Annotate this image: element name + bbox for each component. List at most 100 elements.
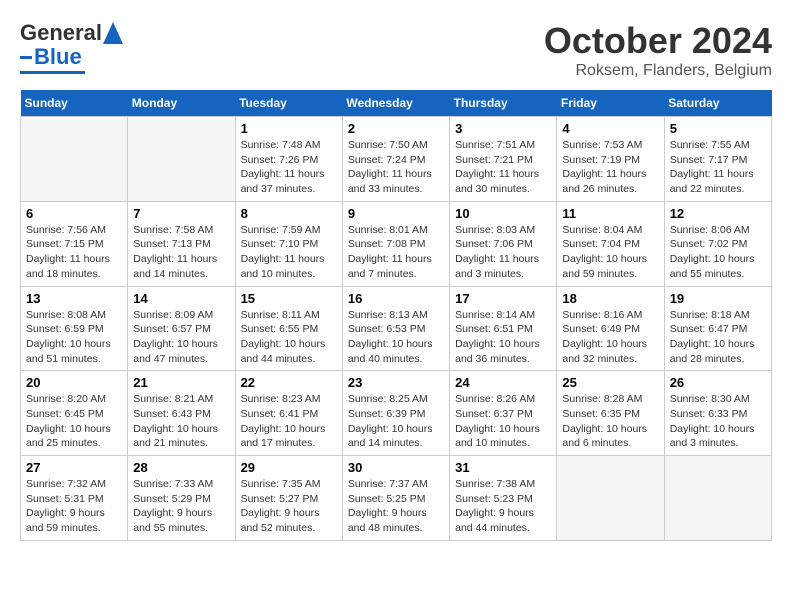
header-day-friday: Friday (557, 90, 664, 117)
calendar-cell: 1Sunrise: 7:48 AM Sunset: 7:26 PM Daylig… (235, 117, 342, 202)
calendar-cell: 11Sunrise: 8:04 AM Sunset: 7:04 PM Dayli… (557, 201, 664, 286)
calendar-cell: 27 Sunrise: 7:32 AM Sunset: 5:31 PM Dayli… (21, 456, 128, 541)
calendar-cell: 15 Sunrise: 8:11 AM Sunset: 6:55 PM Dayli… (235, 286, 342, 371)
calendar-cell: 18 Sunrise: 8:16 AM Sunset: 6:49 PM Dayli… (557, 286, 664, 371)
day-info: Sunrise: 7:38 AM Sunset: 5:23 PM Dayligh… (455, 477, 551, 536)
day-number: 6 (26, 206, 122, 221)
day-number: 3 (455, 121, 551, 136)
day-number: 18 (562, 291, 658, 306)
calendar-cell: 16 Sunrise: 8:13 AM Sunset: 6:53 PM Dayli… (342, 286, 449, 371)
calendar-cell: 10 Sunrise: 8:03 AM Sunset: 7:06 PM Dayli… (450, 201, 557, 286)
title-section: October 2024 Roksem, Flanders, Belgium (544, 20, 772, 80)
day-info: Sunrise: 8:14 AM Sunset: 6:51 PM Dayligh… (455, 308, 551, 367)
calendar-cell: 23 Sunrise: 8:25 AM Sunset: 6:39 PM Dayli… (342, 371, 449, 456)
day-number: 16 (348, 291, 444, 306)
day-number: 31 (455, 460, 551, 475)
day-number: 23 (348, 375, 444, 390)
day-number: 25 (562, 375, 658, 390)
day-info: Sunrise: 8:18 AM Sunset: 6:47 PM Dayligh… (670, 308, 766, 367)
calendar-cell: 30Sunrise: 7:37 AM Sunset: 5:25 PM Dayli… (342, 456, 449, 541)
day-info: Sunrise: 7:35 AM Sunset: 5:27 PM Dayligh… (241, 477, 337, 536)
calendar-cell (557, 456, 664, 541)
day-number: 26 (670, 375, 766, 390)
calendar-cell: 26 Sunrise: 8:30 AM Sunset: 6:33 PM Dayli… (664, 371, 771, 456)
calendar-cell: 8Sunrise: 7:59 AM Sunset: 7:10 PM Daylig… (235, 201, 342, 286)
day-info: Sunrise: 8:25 AM Sunset: 6:39 PM Dayligh… (348, 392, 444, 451)
calendar-cell: 14Sunrise: 8:09 AM Sunset: 6:57 PM Dayli… (128, 286, 235, 371)
day-info: Sunrise: 7:59 AM Sunset: 7:10 PM Dayligh… (241, 223, 337, 282)
day-info: Sunrise: 8:30 AM Sunset: 6:33 PM Dayligh… (670, 392, 766, 451)
calendar-cell: 12 Sunrise: 8:06 AM Sunset: 7:02 PM Dayli… (664, 201, 771, 286)
calendar-cell: 5 Sunrise: 7:55 AM Sunset: 7:17 PM Daylig… (664, 117, 771, 202)
calendar-cell: 2Sunrise: 7:50 AM Sunset: 7:24 PM Daylig… (342, 117, 449, 202)
day-number: 24 (455, 375, 551, 390)
logo-text-blue: Blue (34, 44, 82, 70)
day-number: 13 (26, 291, 122, 306)
day-info: Sunrise: 8:13 AM Sunset: 6:53 PM Dayligh… (348, 308, 444, 367)
day-number: 4 (562, 121, 658, 136)
calendar-week-4: 20 Sunrise: 8:20 AM Sunset: 6:45 PM Dayli… (21, 371, 772, 456)
day-info: Sunrise: 8:23 AM Sunset: 6:41 PM Dayligh… (241, 392, 337, 451)
day-info: Sunrise: 8:21 AM Sunset: 6:43 PM Dayligh… (133, 392, 229, 451)
day-info: Sunrise: 7:51 AM Sunset: 7:21 PM Dayligh… (455, 138, 551, 197)
calendar-week-3: 13Sunrise: 8:08 AM Sunset: 6:59 PM Dayli… (21, 286, 772, 371)
logo-arrow-icon (103, 22, 123, 44)
day-info: Sunrise: 8:16 AM Sunset: 6:49 PM Dayligh… (562, 308, 658, 367)
day-number: 29 (241, 460, 337, 475)
day-info: Sunrise: 7:55 AM Sunset: 7:17 PM Dayligh… (670, 138, 766, 197)
day-number: 21 (133, 375, 229, 390)
day-info: Sunrise: 8:01 AM Sunset: 7:08 PM Dayligh… (348, 223, 444, 282)
day-number: 10 (455, 206, 551, 221)
day-number: 30 (348, 460, 444, 475)
day-number: 7 (133, 206, 229, 221)
day-number: 19 (670, 291, 766, 306)
day-info: Sunrise: 7:32 AM Sunset: 5:31 PM Dayligh… (26, 477, 122, 536)
day-info: Sunrise: 7:33 AM Sunset: 5:29 PM Dayligh… (133, 477, 229, 536)
page-header: General Blue October 2024 Roksem, Flande… (20, 20, 772, 80)
day-info: Sunrise: 8:20 AM Sunset: 6:45 PM Dayligh… (26, 392, 122, 451)
logo-text-general: General (20, 20, 102, 46)
calendar-cell (21, 117, 128, 202)
calendar-cell: 25 Sunrise: 8:28 AM Sunset: 6:35 PM Dayli… (557, 371, 664, 456)
header-day-thursday: Thursday (450, 90, 557, 117)
day-number: 12 (670, 206, 766, 221)
header-day-tuesday: Tuesday (235, 90, 342, 117)
header-day-saturday: Saturday (664, 90, 771, 117)
month-title: October 2024 (544, 20, 772, 62)
day-info: Sunrise: 8:03 AM Sunset: 7:06 PM Dayligh… (455, 223, 551, 282)
calendar-cell: 19 Sunrise: 8:18 AM Sunset: 6:47 PM Dayli… (664, 286, 771, 371)
day-info: Sunrise: 8:06 AM Sunset: 7:02 PM Dayligh… (670, 223, 766, 282)
logo: General Blue (20, 20, 123, 74)
day-info: Sunrise: 7:58 AM Sunset: 7:13 PM Dayligh… (133, 223, 229, 282)
day-info: Sunrise: 7:50 AM Sunset: 7:24 PM Dayligh… (348, 138, 444, 197)
calendar-cell: 28Sunrise: 7:33 AM Sunset: 5:29 PM Dayli… (128, 456, 235, 541)
day-number: 17 (455, 291, 551, 306)
calendar-cell: 24Sunrise: 8:26 AM Sunset: 6:37 PM Dayli… (450, 371, 557, 456)
day-info: Sunrise: 8:11 AM Sunset: 6:55 PM Dayligh… (241, 308, 337, 367)
calendar-table: SundayMondayTuesdayWednesdayThursdayFrid… (20, 90, 772, 541)
day-info: Sunrise: 8:04 AM Sunset: 7:04 PM Dayligh… (562, 223, 658, 282)
calendar-cell: 9 Sunrise: 8:01 AM Sunset: 7:08 PM Daylig… (342, 201, 449, 286)
day-number: 1 (241, 121, 337, 136)
calendar-cell: 29 Sunrise: 7:35 AM Sunset: 5:27 PM Dayli… (235, 456, 342, 541)
day-number: 9 (348, 206, 444, 221)
calendar-cell: 31 Sunrise: 7:38 AM Sunset: 5:23 PM Dayli… (450, 456, 557, 541)
day-info: Sunrise: 8:09 AM Sunset: 6:57 PM Dayligh… (133, 308, 229, 367)
day-number: 20 (26, 375, 122, 390)
calendar-week-1: 1Sunrise: 7:48 AM Sunset: 7:26 PM Daylig… (21, 117, 772, 202)
calendar-cell: 22Sunrise: 8:23 AM Sunset: 6:41 PM Dayli… (235, 371, 342, 456)
header-day-monday: Monday (128, 90, 235, 117)
calendar-body: 1Sunrise: 7:48 AM Sunset: 7:26 PM Daylig… (21, 117, 772, 541)
calendar-cell: 13Sunrise: 8:08 AM Sunset: 6:59 PM Dayli… (21, 286, 128, 371)
day-number: 15 (241, 291, 337, 306)
calendar-cell: 7 Sunrise: 7:58 AM Sunset: 7:13 PM Daylig… (128, 201, 235, 286)
day-number: 27 (26, 460, 122, 475)
day-info: Sunrise: 8:28 AM Sunset: 6:35 PM Dayligh… (562, 392, 658, 451)
day-number: 5 (670, 121, 766, 136)
calendar-cell: 21 Sunrise: 8:21 AM Sunset: 6:43 PM Dayli… (128, 371, 235, 456)
calendar-cell (128, 117, 235, 202)
header-day-wednesday: Wednesday (342, 90, 449, 117)
calendar-cell: 20 Sunrise: 8:20 AM Sunset: 6:45 PM Dayli… (21, 371, 128, 456)
calendar-cell: 3 Sunrise: 7:51 AM Sunset: 7:21 PM Daylig… (450, 117, 557, 202)
calendar-week-5: 27 Sunrise: 7:32 AM Sunset: 5:31 PM Dayli… (21, 456, 772, 541)
